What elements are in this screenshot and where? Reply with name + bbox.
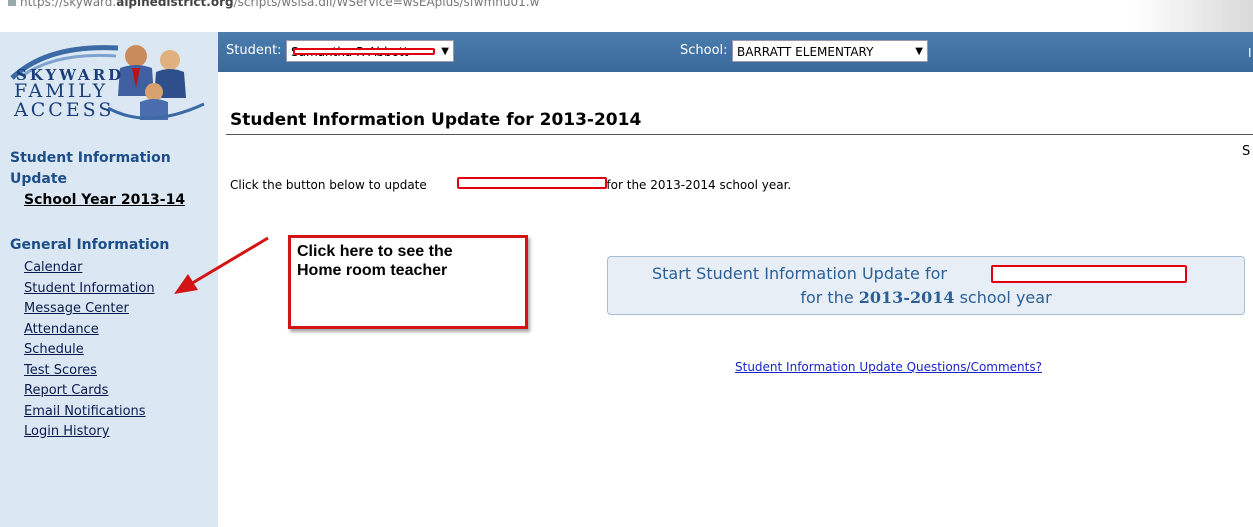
sidebar-item-report-cards[interactable]: Report Cards <box>24 381 155 402</box>
annotation-arrow-icon <box>174 236 269 294</box>
sidebar-heading-student-info-update: Student Information Update <box>10 150 171 187</box>
school-label: School: <box>680 43 728 58</box>
instruction-before: Click the button below to update <box>230 178 427 192</box>
start-update-button[interactable]: Start Student Information Update for for… <box>607 256 1245 315</box>
page-title: Student Information Update for 2013-2014 <box>230 110 642 130</box>
student-select[interactable]: Samantha R Abbott ▼ <box>286 40 454 62</box>
sidebar-item-login-history[interactable]: Login History <box>24 422 155 443</box>
url-text: https://skyward.alpinedistrict.org/scrip… <box>8 0 539 9</box>
address-bar-shade <box>1133 0 1253 32</box>
sidebar-item-message-center[interactable]: Message Center <box>24 299 155 320</box>
button-line2-post: school year <box>959 288 1052 307</box>
start-button-line2: for the 2013-2014 school year <box>608 288 1244 307</box>
chevron-down-icon: ▼ <box>441 46 449 57</box>
school-select[interactable]: BARRATT ELEMENTARY ▼ <box>732 40 928 62</box>
sidebar-item-email-notifications[interactable]: Email Notifications <box>24 402 155 423</box>
school-select-value: BARRATT ELEMENTARY <box>737 45 874 59</box>
sidebar-heading-general-info: General Information <box>10 237 170 253</box>
logo-text-access: ACCESS <box>14 99 115 121</box>
browser-address-bar[interactable]: https://skyward.alpinedistrict.org/scrip… <box>0 0 1253 32</box>
button-line2-year: 2013-2014 <box>858 288 955 307</box>
page-icon <box>8 0 16 6</box>
questions-comments-link[interactable]: Student Information Update Questions/Com… <box>735 360 1042 374</box>
start-button-line1: Start Student Information Update for <box>652 264 947 283</box>
annotation-callout: Click here to see the Home room teacher <box>288 235 528 329</box>
redaction-mark <box>457 177 607 189</box>
header-bar: Student: Samantha R Abbott ▼ School: BAR… <box>218 32 1253 72</box>
chevron-down-icon: ▼ <box>915 46 923 57</box>
skyward-logo[interactable]: SKYWARD FAMILY ACCESS <box>8 38 208 128</box>
content-edge-text: S <box>1242 144 1251 159</box>
header-edge-text: I <box>1248 46 1252 60</box>
redaction-mark <box>293 48 435 55</box>
callout-line1: Click here to see the <box>297 243 453 260</box>
instruction-after: for the 2013-2014 school year. <box>606 178 792 192</box>
sidebar-item-schedule[interactable]: Schedule <box>24 340 155 361</box>
button-line2-pre: for the <box>800 288 854 307</box>
url-prefix: https://skyward. <box>20 0 117 9</box>
sidebar-item-student-information[interactable]: Student Information <box>24 279 155 300</box>
redaction-mark <box>991 265 1187 283</box>
callout-line2: Home room teacher <box>297 262 448 279</box>
url-path: /scripts/wsisa.dll/WService=wsEAplus/sfw… <box>233 0 540 9</box>
student-label: Student: <box>226 43 282 58</box>
url-domain: alpinedistrict.org <box>116 0 234 9</box>
sidebar-nav-list: Calendar Student Information Message Cen… <box>24 258 155 443</box>
title-divider <box>226 134 1253 135</box>
sidebar-item-test-scores[interactable]: Test Scores <box>24 361 155 382</box>
sidebar-item-calendar[interactable]: Calendar <box>24 258 155 279</box>
sidebar-item-school-year[interactable]: School Year 2013-14 <box>24 192 185 208</box>
sidebar-item-attendance[interactable]: Attendance <box>24 320 155 341</box>
